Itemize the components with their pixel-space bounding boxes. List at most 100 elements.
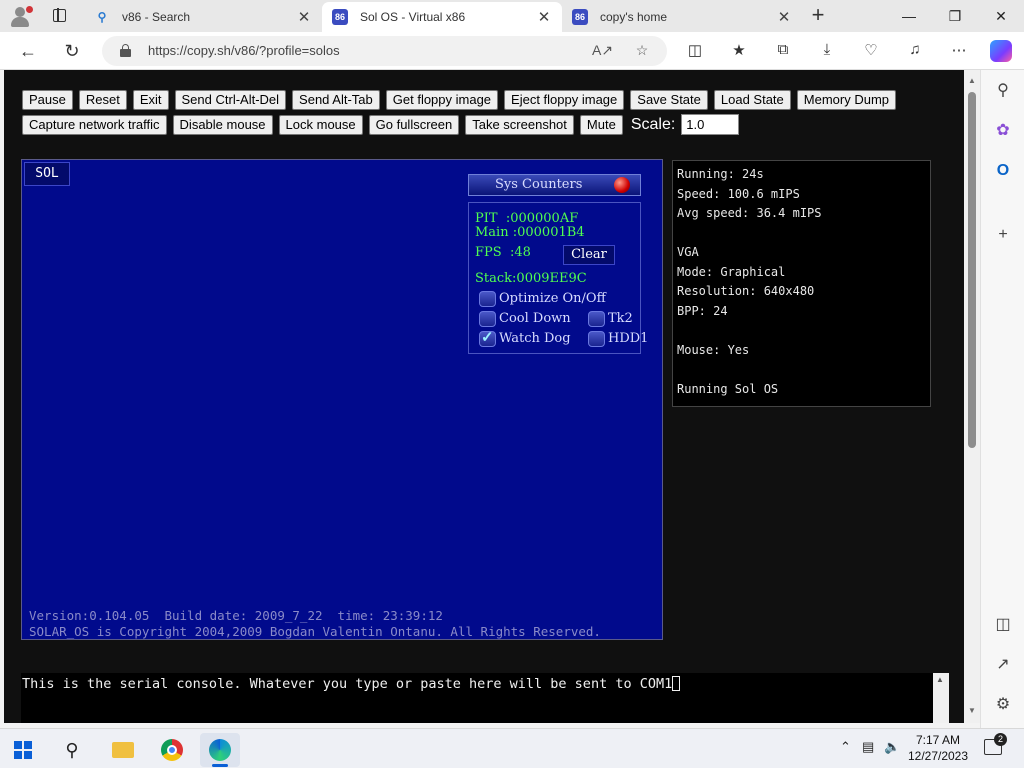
clock-date: 12/27/2023 — [907, 749, 969, 763]
memory-dump-button[interactable]: Memory Dump — [796, 90, 897, 110]
hdd1-checkbox[interactable] — [588, 331, 605, 347]
copyright-line: SOLAR_OS is Copyright 2004,2009 Bogdan V… — [29, 624, 601, 639]
lock-icon[interactable] — [120, 44, 131, 57]
restore-button[interactable]: ❐ — [932, 0, 978, 32]
favorite-star-icon[interactable]: ☆ — [632, 42, 652, 60]
lock-mouse-button[interactable]: Lock mouse — [278, 114, 363, 135]
vga-resolution: Resolution: 640x480 — [677, 284, 815, 298]
downloads-icon[interactable]: ⤓ — [816, 41, 838, 61]
stack-counter: Stack:0009EE9C — [475, 271, 587, 286]
optimize-label: Optimize On/Off — [499, 291, 606, 306]
notifications-bell-icon[interactable]: ♫ — [904, 41, 926, 61]
split-screen-icon[interactable]: ◫ — [684, 41, 706, 61]
profile-icon[interactable] — [6, 4, 34, 28]
clear-button[interactable]: Clear — [563, 245, 615, 265]
close-icon[interactable]: ✕ — [536, 8, 552, 26]
send-ctrl-alt-del-button[interactable]: Send Ctrl-Alt-Del — [174, 90, 287, 110]
read-aloud-icon[interactable]: A↗ — [592, 42, 613, 60]
vga-heading: VGA — [677, 245, 699, 259]
collections-icon[interactable]: ⧉ — [772, 41, 794, 61]
page-content: Pause Reset Exit Send Ctrl-Alt-Del Send Alt-… — [4, 70, 964, 723]
search-icon[interactable]: ⚲ — [52, 733, 92, 767]
save-state-button[interactable]: Save State — [630, 90, 708, 110]
close-icon[interactable]: ✕ — [296, 8, 312, 26]
edge-sidebar: ⚲ ✿ O + ◫ ↗ ⚙ — [980, 70, 1024, 728]
network-icon[interactable]: ▤ — [862, 739, 874, 755]
file-explorer-icon[interactable] — [102, 733, 142, 767]
avg-speed: Avg speed: 36.4 mIPS — [677, 206, 822, 220]
optimize-checkbox[interactable] — [479, 291, 496, 307]
sidebar-panel-icon[interactable]: ◫ — [992, 614, 1014, 636]
sys-counters-window: Sys Counters PIT :000000AF Main :000001B… — [468, 174, 648, 354]
disable-mouse-button[interactable]: Disable mouse — [172, 114, 273, 135]
tab-copys-home[interactable]: 86 copy's home ✕ — [562, 2, 802, 32]
sol-start-button[interactable]: SOL — [24, 162, 70, 186]
system-clock[interactable]: 7:17 AM 12/27/2023 — [906, 732, 970, 764]
volume-muted-icon[interactable]: 🔈 — [884, 739, 900, 755]
more-options-icon[interactable]: ⋯ — [948, 41, 970, 61]
reset-button[interactable]: Reset — [78, 90, 127, 110]
scrollbar-thumb[interactable] — [968, 92, 976, 448]
back-arrow-icon[interactable]: ← — [16, 39, 40, 63]
settings-gear-icon[interactable]: ⚙ — [992, 694, 1014, 716]
notification-count: 2 — [994, 733, 1007, 746]
favorites-icon[interactable]: ★ — [728, 41, 750, 61]
speed: Speed: 100.6 mIPS — [677, 186, 800, 201]
address-bar[interactable]: https://copy.sh/v86/?profile=solos A↗ ☆ — [102, 36, 667, 66]
copilot-sidebar-icon[interactable]: ✿ — [992, 120, 1014, 142]
hdd1-label: HDD1 — [608, 331, 649, 346]
scroll-down-icon[interactable]: ▼ — [967, 706, 977, 715]
scroll-up-icon[interactable]: ▲ — [967, 76, 977, 85]
watch-dog-checkbox[interactable]: ✓ — [479, 329, 496, 347]
navigation-bar: ← ↻ https://copy.sh/v86/?profile=solos A… — [0, 32, 1024, 70]
url-text[interactable]: https://copy.sh/v86/?profile=solos — [148, 43, 340, 58]
v86-icon: 86 — [572, 9, 588, 25]
search-icon: ⚲ — [97, 10, 107, 24]
tab-v86-search[interactable]: ⚲ v86 - Search ✕ — [84, 2, 322, 32]
vm-screen[interactable]: SOL Sys Counters PIT :000000AF Main :000… — [21, 159, 663, 640]
close-ball-icon[interactable] — [614, 177, 630, 193]
cool-down-checkbox[interactable] — [479, 311, 496, 327]
browser-essentials-icon[interactable]: ♡ — [860, 41, 882, 61]
exit-button[interactable]: Exit — [132, 90, 169, 110]
mute-button[interactable]: Mute — [579, 114, 623, 135]
new-tab-button[interactable]: + — [806, 4, 830, 28]
take-screenshot-button[interactable]: Take screenshot — [465, 114, 574, 135]
copilot-icon[interactable] — [990, 40, 1012, 62]
tab-title: v86 - Search — [122, 10, 191, 24]
get-floppy-image-button[interactable]: Get floppy image — [385, 90, 499, 110]
serial-console-text[interactable]: This is the serial console. Whatever you… — [22, 676, 681, 692]
tab-sol-os[interactable]: 86 Sol OS - Virtual x86 ✕ — [322, 2, 562, 32]
windows-start-icon[interactable] — [14, 741, 32, 759]
serial-scrollbar[interactable]: ▲ — [933, 673, 949, 723]
text-caret — [672, 676, 681, 691]
search-icon[interactable]: ⚲ — [992, 80, 1014, 102]
capture-network-traffic-button[interactable]: Capture network traffic — [22, 114, 167, 135]
pause-button[interactable]: Pause — [22, 90, 73, 110]
outlook-icon[interactable]: O — [992, 160, 1014, 182]
load-state-button[interactable]: Load State — [713, 90, 791, 110]
send-alt-tab-button[interactable]: Send Alt-Tab — [292, 90, 380, 110]
tab-actions-icon[interactable] — [48, 6, 72, 26]
scroll-up-icon[interactable]: ▲ — [936, 675, 944, 684]
serial-console[interactable]: This is the serial console. Whatever you… — [21, 673, 933, 723]
add-icon[interactable]: + — [992, 224, 1014, 246]
controls-row-1: Pause Reset Exit Send Ctrl-Alt-Del Send Alt-… — [22, 90, 952, 110]
scale-label: Scale: — [630, 115, 676, 133]
scale-input[interactable] — [681, 114, 740, 135]
watch-dog-label: Watch Dog — [499, 331, 571, 346]
edge-icon[interactable] — [200, 733, 240, 767]
minimize-button[interactable]: — — [886, 0, 932, 32]
chevron-up-icon[interactable]: ⌃ — [840, 739, 851, 755]
chrome-icon[interactable] — [152, 733, 192, 767]
eject-floppy-image-button[interactable]: Eject floppy image — [504, 90, 625, 110]
controls-row-2: Capture network traffic Disable mouse Lock… — [22, 114, 952, 135]
go-fullscreen-button[interactable]: Go fullscreen — [368, 114, 460, 135]
refresh-icon[interactable]: ↻ — [60, 39, 84, 63]
close-icon[interactable]: ✕ — [776, 8, 792, 26]
tk2-checkbox[interactable] — [588, 311, 605, 327]
open-external-icon[interactable]: ↗ — [992, 654, 1014, 676]
page-scrollbar[interactable]: ▲ ▼ — [964, 70, 980, 723]
window-close-button[interactable]: ✕ — [978, 0, 1024, 32]
